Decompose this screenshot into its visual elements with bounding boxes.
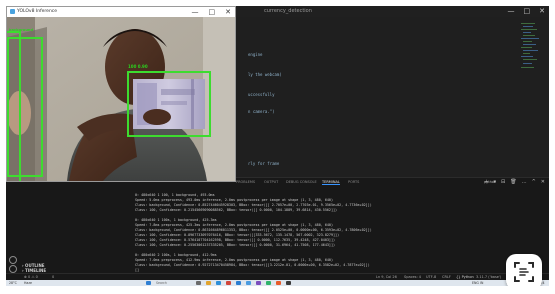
tab-ports[interactable]: PORTS	[348, 180, 359, 184]
app-icon[interactable]	[286, 281, 291, 285]
vscode-search-title[interactable]: currency_detection	[264, 8, 312, 14]
yolo-maximize-button[interactable]: □	[209, 7, 216, 17]
terminal-line: 0: 480x640 1 100, 1 background, 493.0ms	[135, 193, 215, 197]
problems-status[interactable]: ⊗ 0 ⚠ 0	[24, 275, 38, 279]
tab-debug-console[interactable]: DEBUG CONSOLE	[286, 180, 317, 184]
trash-icon[interactable]: 🗑	[510, 179, 516, 186]
terminal-line: Speed: 7.8ms preprocess, 425.3ms inferen…	[135, 223, 334, 227]
screen-capture-widget[interactable]	[506, 254, 542, 286]
code-line: rly for frame	[248, 161, 280, 166]
code-line: ly the webcam)	[248, 72, 282, 77]
terminal-dropdown-icon[interactable]: ▾	[494, 179, 497, 186]
terminal-line: Class: background, Confidence: 0.8631664…	[135, 228, 372, 232]
terminal-line: Speed: 7.0ms preprocess, 412.9ms inferen…	[135, 258, 334, 262]
terminal-line: []	[135, 268, 140, 272]
terminal-line: 0: 480x640 2 100s, 1 background, 412.9ms	[135, 253, 217, 257]
yolo-window-controls: — □ ✕	[192, 7, 232, 17]
desktop-screen: currency_detection — □ ✕ engine ly the w…	[6, 6, 549, 286]
tab-problems[interactable]: PROBLEMS	[236, 180, 255, 184]
cursor-position[interactable]: Ln 9, Col 26	[376, 275, 397, 279]
python-window-icon[interactable]	[246, 281, 251, 285]
terminal-line: Class: 100, Confidence: 0.21545669090088…	[135, 208, 338, 212]
code-line: uccessfully	[248, 92, 275, 97]
vscode-taskbar-icon[interactable]	[236, 281, 241, 285]
yolo-inference-window: YOLOv8 Inference — □ ✕ 100 0.90 backgrou…	[6, 6, 236, 182]
app-icon[interactable]	[256, 281, 261, 285]
detection-label: 100 0.90	[128, 64, 148, 69]
terminal-line: 0: 480x640 1 100s, 1 background, 425.3ms	[135, 218, 217, 222]
terminal-line: Class: background, Confidence: 0.8527446…	[135, 203, 372, 207]
weather-temp[interactable]: 28°C	[9, 281, 17, 285]
language-indicator[interactable]: ENG	[472, 281, 479, 285]
panel-actions: + ▾ ⊟ 🗑 … ^ ✕	[484, 179, 545, 186]
terminal-line: Class: 100, Confidence: 0.57641077041625…	[135, 238, 336, 242]
line-ending[interactable]: CRLF	[442, 275, 451, 279]
maximize-button[interactable]: □	[524, 7, 531, 16]
weather-condition: Haze	[24, 280, 32, 285]
scan-icon	[514, 262, 534, 282]
region-indicator: IN	[480, 280, 484, 285]
tab-output[interactable]: OUTPUT	[264, 180, 278, 184]
windows-start-icon[interactable]	[146, 281, 151, 285]
status-bar: ⊗ 0 ⚠ 0 0 Ln 9, Col 26 Spaces: 4 UTF-8 C…	[6, 273, 549, 280]
encoding[interactable]: UTF-8	[426, 275, 436, 279]
new-terminal-icon[interactable]: +	[484, 179, 488, 186]
language-mode[interactable]: {} Python	[456, 275, 474, 279]
taskbar-search[interactable]: Search	[156, 281, 167, 285]
edge-browser-icon[interactable]	[216, 281, 221, 285]
minimize-button[interactable]: —	[508, 7, 515, 16]
accounts-icon[interactable]	[9, 256, 17, 264]
more-actions-icon[interactable]: …	[522, 179, 527, 186]
detection-label: background	[9, 28, 34, 32]
webcam-feed: 100 0.90 background	[7, 17, 235, 181]
terminal-line: Speed: 5.0ms preprocess, 493.0ms inferen…	[135, 198, 334, 202]
terminal-line: Class: 100, Confidence: 0.89677330970764…	[135, 233, 340, 237]
yolo-close-button[interactable]: ✕	[225, 7, 231, 17]
code-editor[interactable]: engine ly the webcam) uccessfully n came…	[236, 17, 549, 177]
app-icon[interactable]	[266, 281, 271, 285]
close-panel-icon[interactable]: ✕	[541, 179, 545, 186]
windows-taskbar: 28°C Haze Search ENG IN 10:11 PM 18-07-2…	[6, 280, 549, 286]
app-icon[interactable]	[276, 281, 281, 285]
maximize-panel-icon[interactable]: ^	[532, 179, 536, 186]
vscode-window-controls: — □ ✕	[508, 7, 546, 16]
python-app-icon	[10, 9, 15, 14]
terminal-line: Class: 100, Confidence: 0.25563061237335…	[135, 243, 336, 247]
detection-box	[127, 71, 211, 137]
python-interpreter[interactable]: 3.11.7 ('base')	[476, 275, 501, 279]
chrome-icon[interactable]	[226, 281, 231, 285]
yolo-minimize-button[interactable]: —	[192, 7, 199, 17]
file-explorer-icon[interactable]	[206, 281, 211, 285]
terminal-panel: PROBLEMS OUTPUT DEBUG CONSOLE TERMINAL P…	[20, 177, 549, 273]
indentation[interactable]: Spaces: 4	[404, 275, 421, 279]
code-line: n camera.")	[248, 109, 275, 114]
detection-box	[7, 37, 43, 177]
yolo-window-title: YOLOv8 Inference	[17, 9, 58, 14]
terminal-line: Class: background, Confidence: 0.9272713…	[135, 263, 370, 267]
tab-terminal[interactable]: TERMINAL	[322, 180, 340, 185]
split-terminal-icon[interactable]: ⊟	[501, 179, 505, 186]
code-line: engine	[248, 52, 263, 57]
minimap[interactable]	[521, 21, 543, 81]
settings-gear-icon[interactable]	[9, 265, 17, 273]
close-button[interactable]: ✕	[539, 7, 545, 16]
yolo-title-bar[interactable]: YOLOv8 Inference — □ ✕	[7, 7, 235, 17]
task-view-icon[interactable]	[196, 281, 201, 285]
ports-status[interactable]: 0	[52, 275, 54, 279]
